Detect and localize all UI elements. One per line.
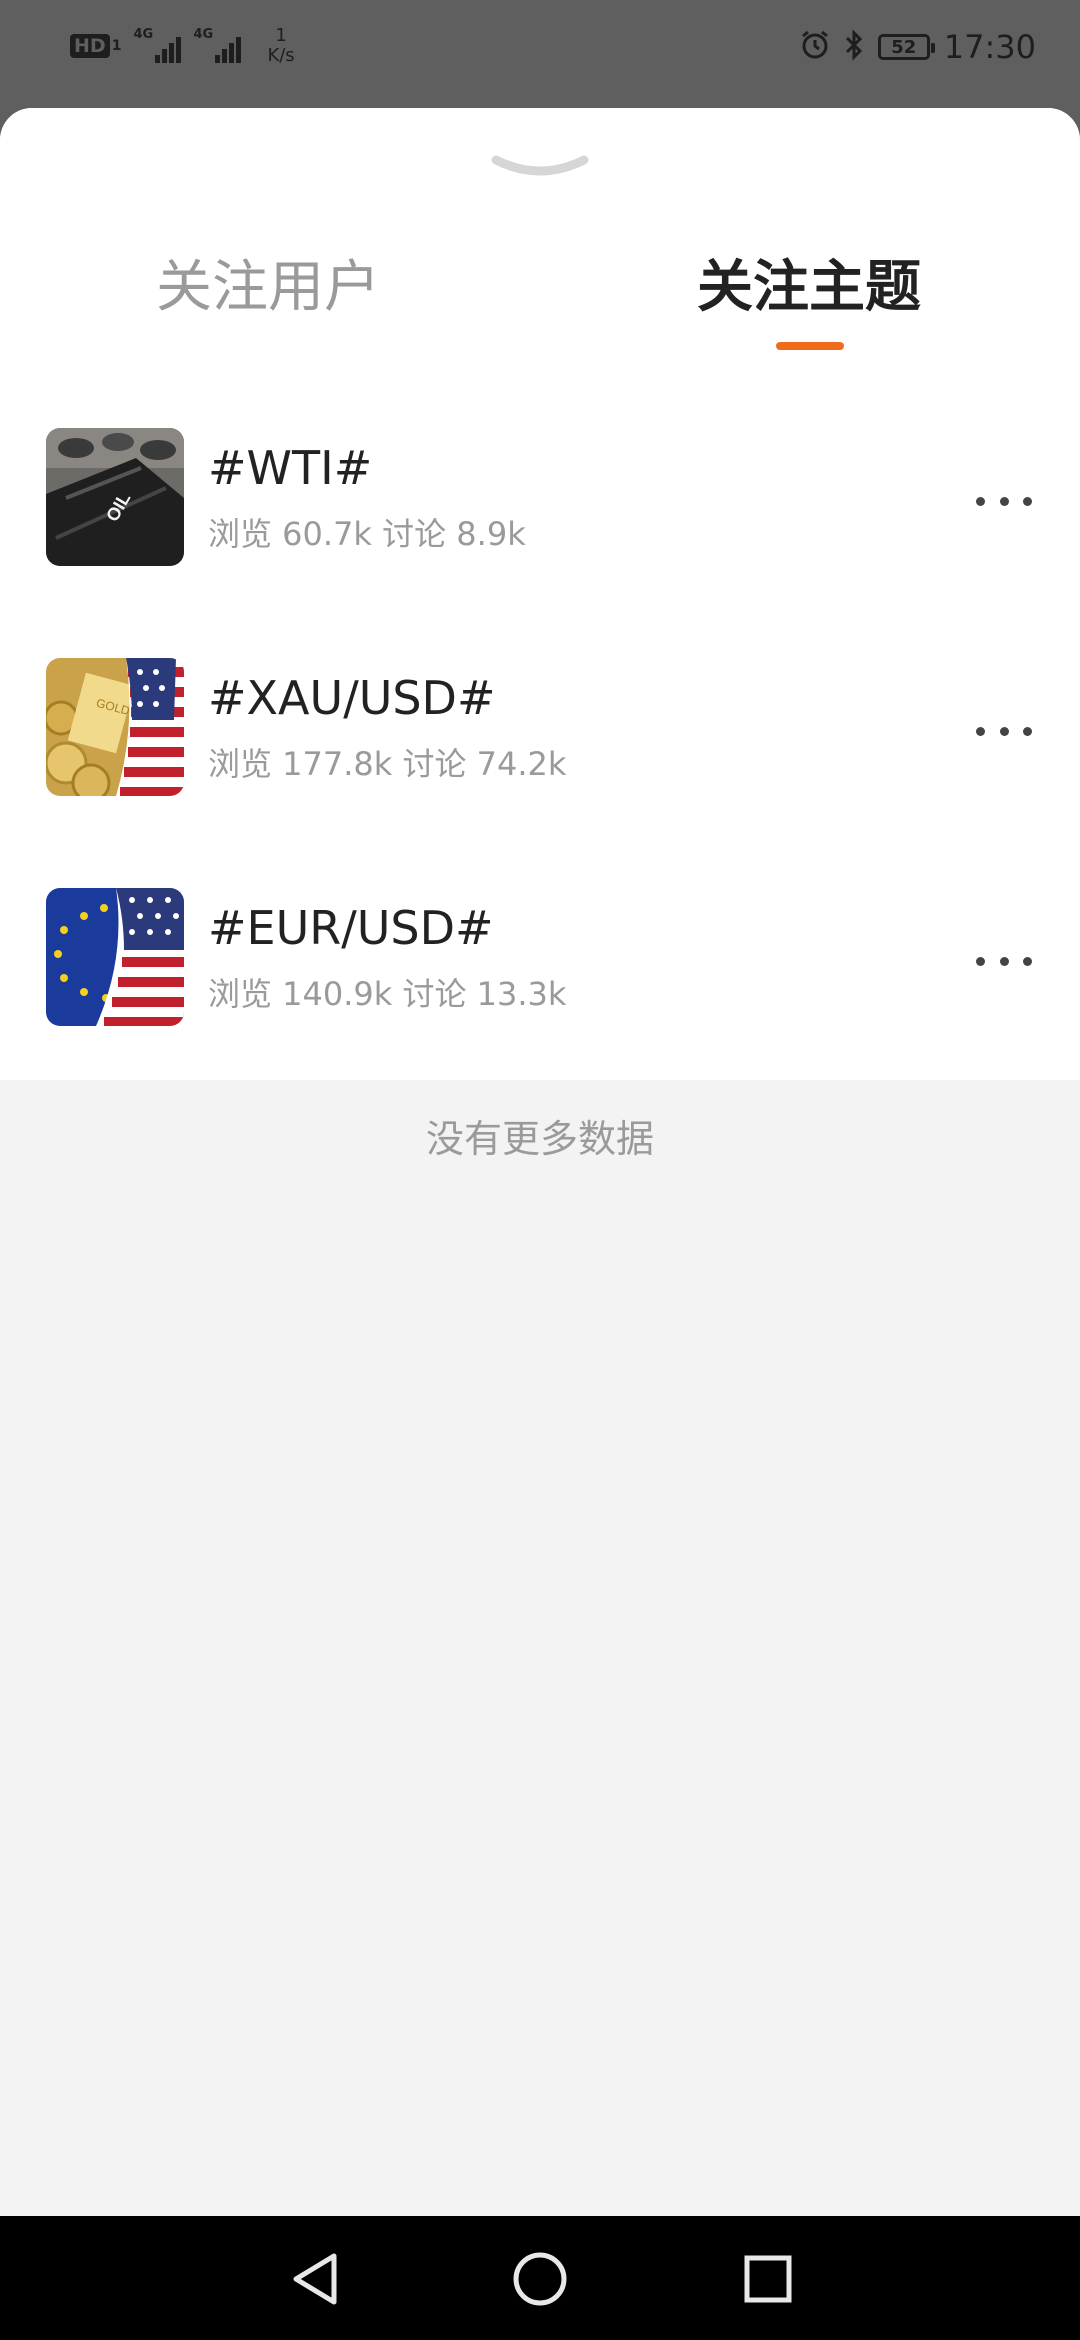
- more-options-icon[interactable]: [976, 716, 1032, 746]
- signal-label: 4G: [133, 27, 154, 42]
- battery-icon: 52: [877, 34, 935, 60]
- recents-icon[interactable]: [733, 2244, 803, 2314]
- topic-stats: 浏览 177.8k 讨论 74.2k: [208, 745, 567, 783]
- alarm-icon: [800, 30, 830, 64]
- hd-badge: HD: [70, 34, 110, 58]
- bluetooth-icon: [844, 29, 864, 65]
- sheet-content: 关注用户 关注主题 OIL #WTI# 浏览 60.7k 讨论 8.9k GOL…: [0, 108, 1080, 1080]
- clock: 17:30: [943, 28, 1036, 66]
- collapse-chevron-icon[interactable]: [490, 152, 590, 192]
- topic-title: #XAU/USD#: [208, 671, 496, 725]
- status-bar: HD 1 4G 4G 1 K/s 52 17:30: [0, 0, 1080, 100]
- topic-row[interactable]: OIL #WTI# 浏览 60.7k 讨论 8.9k: [0, 428, 1080, 658]
- signal-icon: 4G: [133, 27, 182, 63]
- status-left: HD 1 4G 4G 1 K/s: [70, 24, 295, 68]
- signal-label: 4G: [193, 27, 214, 42]
- status-right: 52 17:30: [800, 22, 1036, 72]
- topic-list: OIL #WTI# 浏览 60.7k 讨论 8.9k GOLD #XAU/USD…: [0, 428, 1080, 1118]
- topic-thumbnail-oil-barrel: OIL: [46, 428, 184, 566]
- topic-title: #EUR/USD#: [208, 901, 494, 955]
- topic-row[interactable]: GOLD #XAU/USD# 浏览 177.8k 讨论 74.2k: [0, 658, 1080, 888]
- signal-icon: 4G: [193, 27, 242, 63]
- home-icon[interactable]: [505, 2244, 575, 2314]
- active-tab-indicator: [776, 342, 844, 350]
- tab-followed-users[interactable]: 关注用户: [156, 248, 380, 328]
- tab-bar: 关注用户 关注主题: [0, 248, 1080, 358]
- more-options-icon[interactable]: [976, 486, 1032, 516]
- topic-stats: 浏览 140.9k 讨论 13.3k: [208, 975, 567, 1013]
- topic-stats: 浏览 60.7k 讨论 8.9k: [208, 515, 526, 553]
- topic-thumbnail-gold-us-flag: GOLD: [46, 658, 184, 796]
- topic-thumbnail-eu-us-flag: [46, 888, 184, 1026]
- hd-sub-label: 1: [111, 38, 122, 54]
- back-icon[interactable]: [282, 2244, 352, 2314]
- net-speed: 1 K/s: [267, 26, 294, 66]
- topic-row[interactable]: #EUR/USD# 浏览 140.9k 讨论 13.3k: [0, 888, 1080, 1118]
- more-options-icon[interactable]: [976, 946, 1032, 976]
- bottom-sheet: 关注用户 关注主题 OIL #WTI# 浏览 60.7k 讨论 8.9k GOL…: [0, 108, 1080, 2216]
- no-more-data-label: 没有更多数据: [425, 1117, 654, 1161]
- net-speed-value: 1: [275, 25, 287, 46]
- net-speed-unit: K/s: [267, 45, 295, 66]
- topic-title: #WTI#: [208, 441, 373, 495]
- battery-level: 52: [891, 36, 917, 58]
- system-nav-bar: [0, 2216, 1080, 2340]
- tab-followed-topics[interactable]: 关注主题: [697, 248, 921, 328]
